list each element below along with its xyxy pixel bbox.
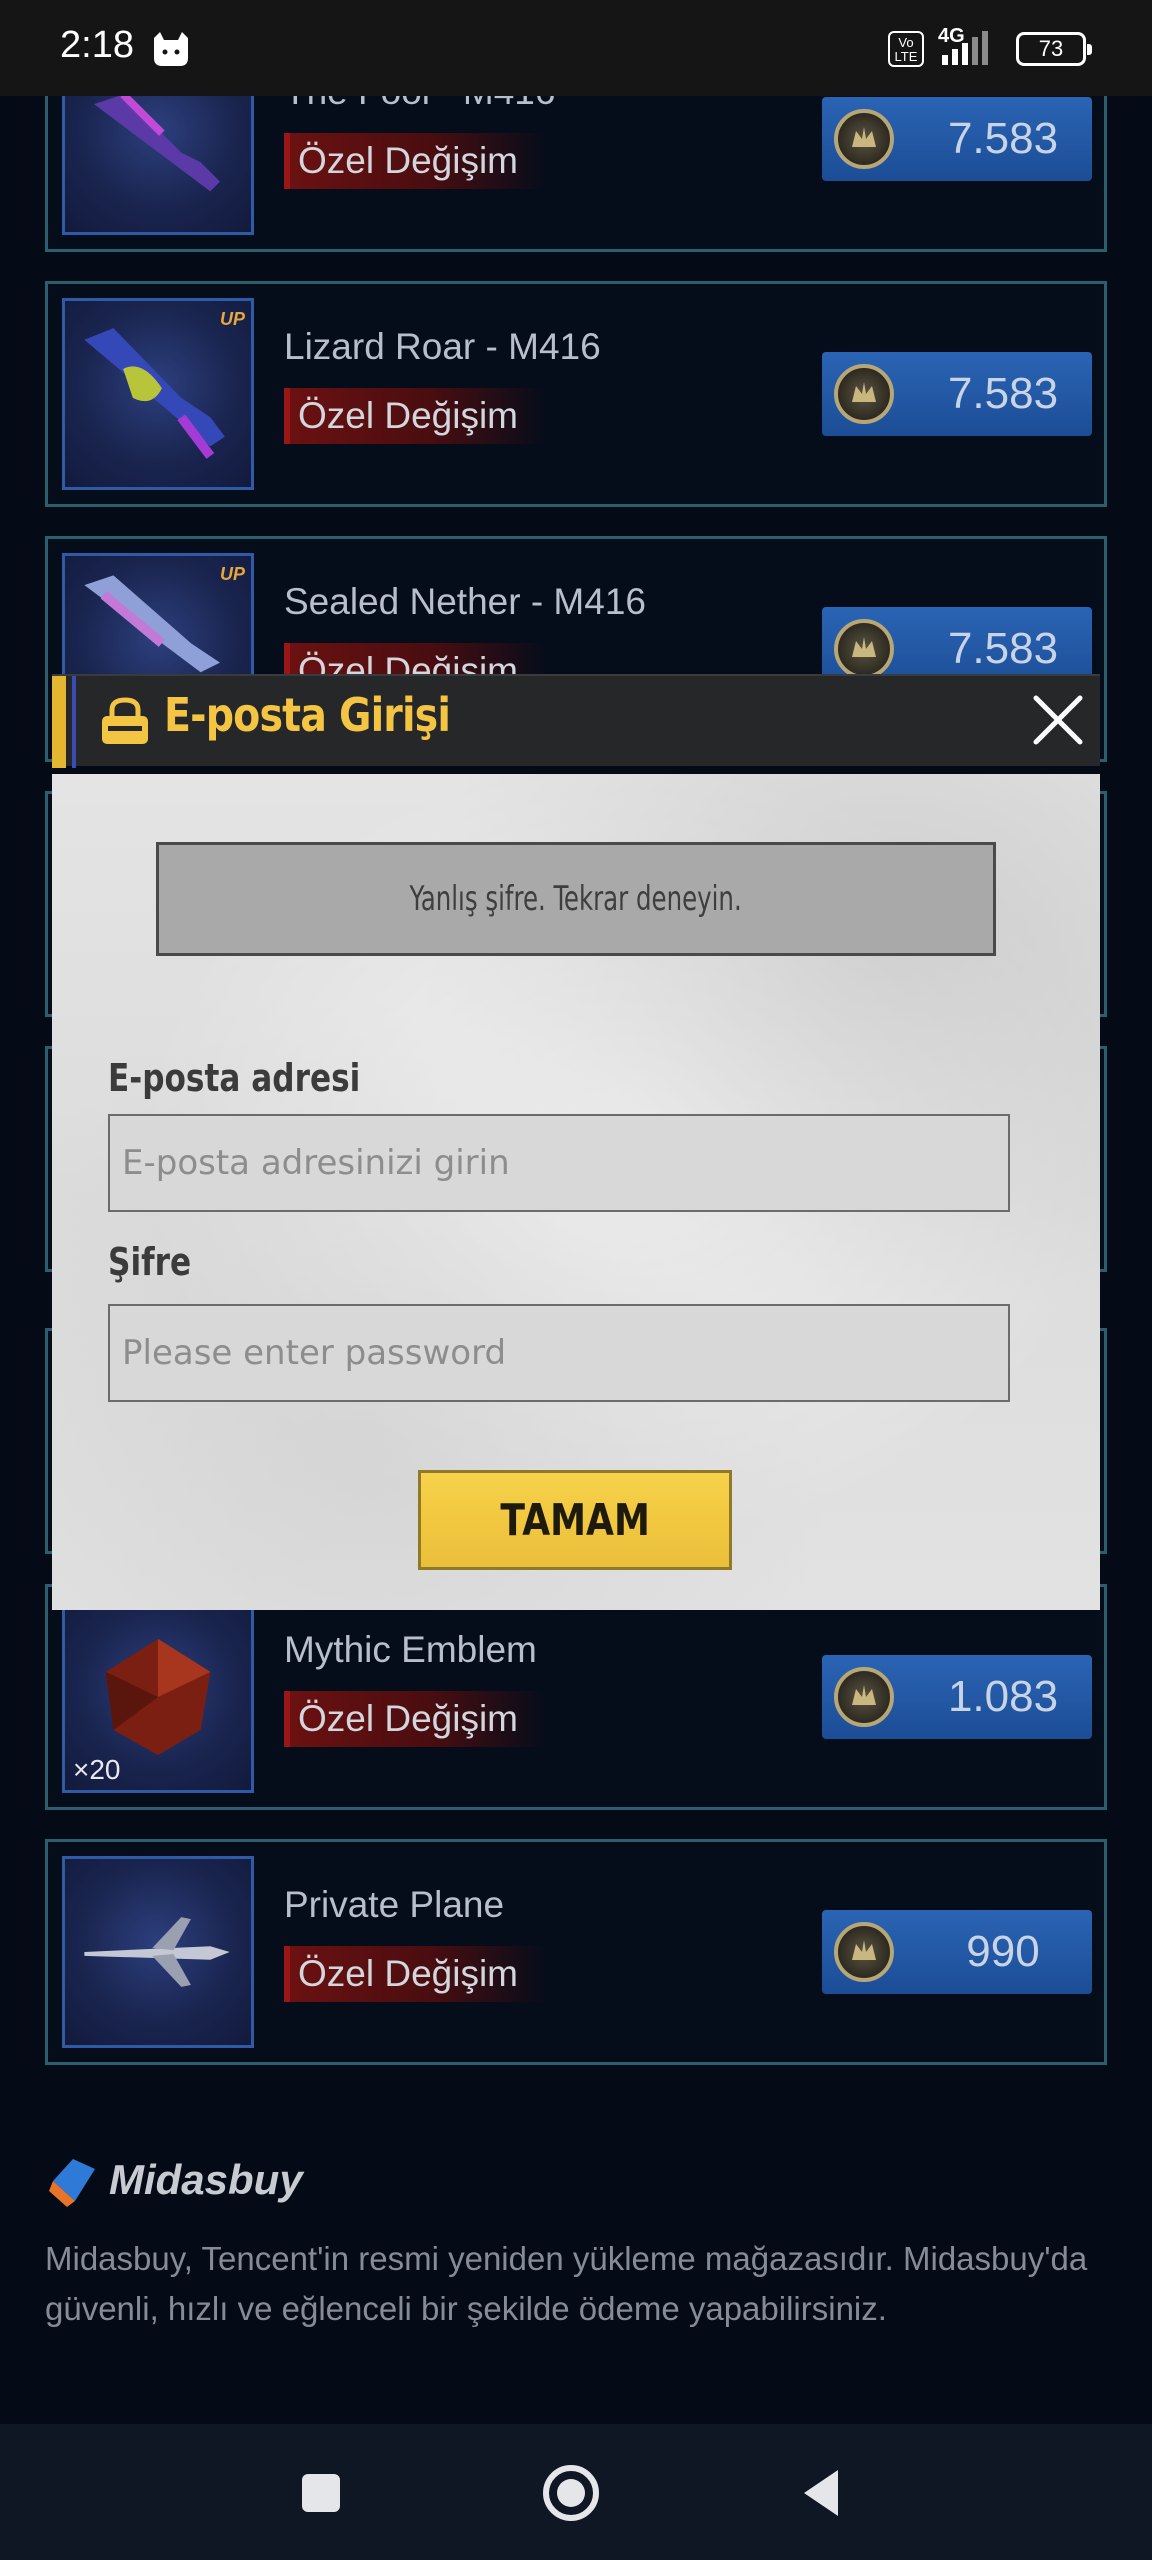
midasbuy-logo-icon [49,2159,95,2207]
header-accent [52,676,66,768]
cat-app-icon [154,32,188,66]
price-button[interactable]: 7.583 [822,352,1092,436]
product-card[interactable]: Private Plane Özel Değişim 990 [45,1839,1107,2065]
ok-button-label: TAMAM [500,1495,650,1546]
exchange-tag: Özel Değişim [284,388,544,444]
exchange-tag: Özel Değişim [284,133,544,189]
uc-coin-icon [834,1667,894,1727]
home-icon[interactable] [538,2460,604,2526]
quantity-label: ×20 [73,1754,121,1785]
midasbuy-logo[interactable]: Midasbuy [45,2150,303,2210]
login-dialog: Yanlış şifre. Tekrar deneyin. E-posta ad… [52,774,1100,1610]
back-icon[interactable] [790,2460,856,2526]
exchange-tag: Özel Değişim [284,1691,544,1747]
login-dialog-header: E-posta Girişi [52,674,1100,768]
price-value: 1.083 [947,1672,1059,1721]
product-card[interactable]: UP Lizard Roar - M416 Özel Değişim 7.583 [45,281,1107,507]
uc-coin-icon [834,364,894,424]
product-name: Lizard Roar - M416 [284,326,601,367]
price-button[interactable]: 990 [822,1910,1092,1994]
footer-brand: Midasbuy [109,2156,303,2203]
product-name: Mythic Emblem [284,1629,537,1670]
email-label: E-posta adresi [108,1056,361,1100]
product-thumbnail: UP [62,298,254,490]
up-badge: UP [219,564,245,584]
close-icon[interactable] [1028,690,1088,750]
status-bar: 2:18 Vo LTE 4G 73 [0,0,1152,96]
recent-apps-icon[interactable] [288,2460,354,2526]
status-indicators: Vo LTE 4G 73 [888,25,1092,70]
header-accent [72,676,76,768]
dialog-title: E-posta Girişi [164,688,451,742]
price-value: 990 [966,1927,1040,1976]
price-value: 7.583 [947,114,1059,163]
price-button[interactable]: 1.083 [822,1655,1092,1739]
password-label: Şifre [108,1240,192,1284]
uc-coin-icon [834,109,894,169]
uc-coin-icon [834,1922,894,1982]
plane-icon [84,1917,230,1987]
up-badge: UP [219,309,245,329]
navigation-bar [0,2424,1152,2560]
ok-button[interactable]: TAMAM [418,1470,732,1570]
battery-icon: 73 [1016,32,1092,66]
uc-coin-icon [834,619,894,679]
product-name: Private Plane [284,1884,505,1925]
product-card[interactable]: ×20 Mythic Emblem Özel Değişim 1.083 [45,1584,1107,1810]
password-field[interactable] [108,1304,1010,1402]
product-thumbnail [62,1856,254,2048]
signal-icon: 4G [938,25,1002,69]
lock-icon [102,697,148,744]
price-value: 7.583 [947,369,1059,418]
price-button[interactable]: 7.583 [822,97,1092,181]
volte-icon: Vo LTE [888,31,924,67]
email-field[interactable] [108,1114,1010,1212]
footer-description: Midasbuy, Tencent'in resmi yeniden yükle… [45,2240,1088,2327]
exchange-tag: Özel Değişim [284,1946,544,2002]
error-message-text: Yanlış şifre. Tekrar deneyin. [409,879,743,919]
error-message: Yanlış şifre. Tekrar deneyin. [156,842,996,956]
product-thumbnail: ×20 [62,1601,254,1793]
product-name: Sealed Nether - M416 [284,581,646,622]
status-time: 2:18 [60,24,134,66]
